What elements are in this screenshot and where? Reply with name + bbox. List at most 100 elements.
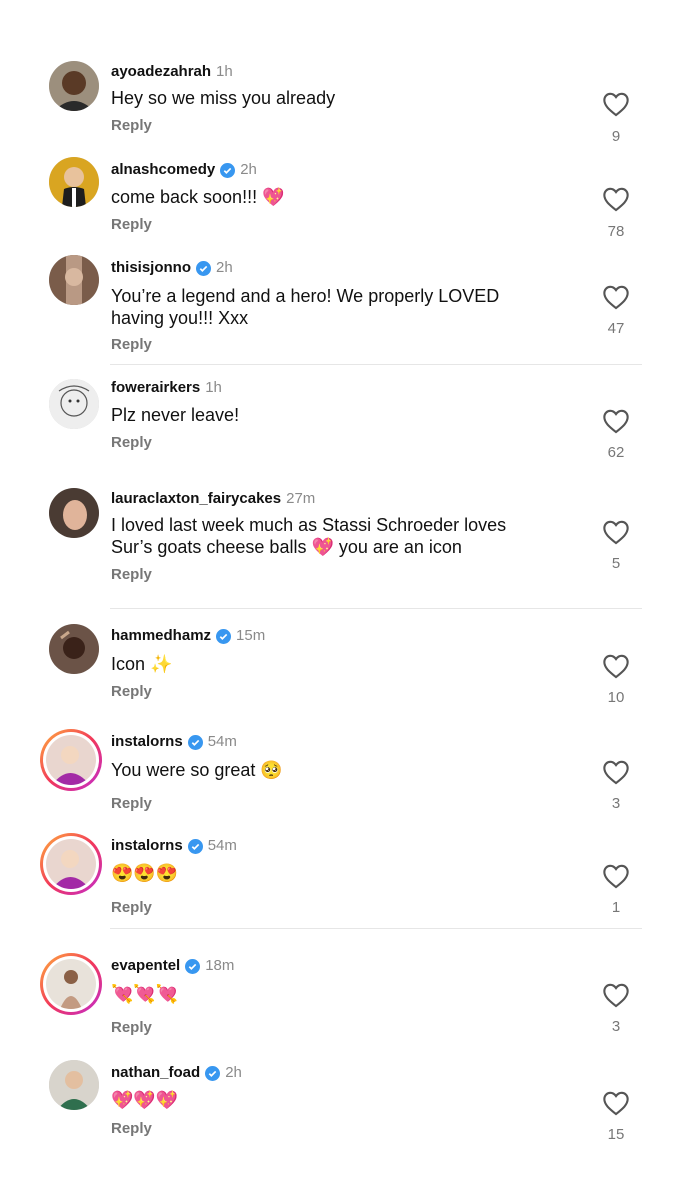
avatar[interactable] [49, 157, 99, 207]
like-count: 62 [607, 444, 625, 461]
username[interactable]: thisisjonno [111, 258, 191, 278]
reply-button[interactable]: Reply [111, 898, 152, 918]
like-button[interactable]: 3 [601, 982, 631, 1035]
username[interactable]: instalorns [111, 732, 183, 752]
avatar[interactable] [49, 624, 99, 674]
heart-outline-icon[interactable] [602, 186, 630, 212]
comment-header: lauraclaxton_fairycakes 27m [111, 489, 315, 509]
comment-line: I loved last week much as Stassi Schroed… [111, 515, 507, 535]
username[interactable]: instalorns [111, 836, 183, 856]
heart-outline-icon[interactable] [602, 1090, 630, 1116]
like-button[interactable]: 9 [601, 91, 631, 145]
comment-line: 💘💘💘 [111, 984, 179, 1004]
heart-outline-icon[interactable] [602, 982, 630, 1008]
avatar[interactable] [49, 488, 99, 538]
like-button[interactable]: 1 [601, 863, 631, 916]
comment-text: come back soon!!! 💖 [111, 186, 561, 208]
like-count: 15 [607, 1126, 625, 1143]
username[interactable]: hammedhamz [111, 626, 211, 646]
reply-button[interactable]: Reply [111, 794, 152, 814]
like-button[interactable]: 15 [601, 1090, 631, 1143]
reply-button[interactable]: Reply [111, 433, 152, 453]
verified-badge-icon [187, 734, 203, 750]
like-button[interactable]: 78 [601, 186, 631, 240]
comment-line: You’re a legend and a hero! We properly … [111, 286, 500, 306]
like-button[interactable]: 10 [601, 653, 631, 706]
comment-header: evapentel 18m [111, 956, 234, 976]
avatar[interactable] [40, 729, 102, 791]
reply-button[interactable]: Reply [111, 682, 152, 702]
reply-button[interactable]: Reply [111, 565, 152, 585]
reply-button[interactable]: Reply [111, 116, 152, 136]
heart-outline-icon[interactable] [602, 759, 630, 785]
avatar[interactable] [49, 255, 99, 305]
timestamp: 18m [205, 957, 235, 974]
divider [110, 364, 642, 365]
username[interactable]: ayoadezahrah [111, 62, 211, 82]
timestamp: 2h [225, 1064, 242, 1081]
timestamp: 1h [216, 63, 233, 80]
like-count: 5 [611, 555, 621, 572]
comment-header: hammedhamz 15m [111, 626, 265, 646]
reply-button[interactable]: Reply [111, 1018, 152, 1038]
like-count: 3 [611, 795, 621, 812]
comment-line: 💖💖💖 [111, 1090, 179, 1110]
like-button[interactable]: 5 [601, 519, 631, 572]
comment-header: instalorns 54m [111, 732, 237, 752]
avatar[interactable] [40, 953, 102, 1015]
like-count: 78 [607, 223, 625, 240]
timestamp: 1h [205, 379, 222, 396]
verified-badge-icon [187, 838, 203, 854]
timestamp: 2h [240, 161, 257, 178]
username[interactable]: fowerairkers [111, 378, 200, 398]
username[interactable]: nathan_foad [111, 1063, 200, 1083]
comment-line: Hey so we miss you already [111, 88, 336, 108]
divider [110, 608, 642, 609]
comment-header: alnashcomedy 2h [111, 160, 257, 180]
verified-badge-icon [196, 260, 211, 276]
comment-header: nathan_foad 2h [111, 1063, 242, 1083]
avatar[interactable] [49, 61, 99, 111]
comment-text: I loved last week much as Stassi Schroed… [111, 514, 561, 558]
username[interactable]: lauraclaxton_fairycakes [111, 489, 281, 509]
heart-outline-icon[interactable] [602, 408, 630, 434]
comment-text: 💖💖💖 [111, 1089, 561, 1111]
like-count: 10 [607, 689, 625, 706]
username[interactable]: evapentel [111, 956, 180, 976]
heart-outline-icon[interactable] [602, 519, 630, 545]
reply-button[interactable]: Reply [111, 335, 152, 355]
avatar[interactable] [49, 1060, 99, 1110]
like-count: 47 [607, 320, 625, 337]
comment-line: 😍😍😍 [111, 863, 179, 883]
like-button[interactable]: 62 [601, 408, 631, 461]
verified-badge-icon [185, 958, 201, 974]
comment-text: You’re a legend and a hero! We properly … [111, 285, 561, 329]
timestamp: 27m [286, 490, 316, 507]
reply-button[interactable]: Reply [111, 215, 152, 235]
comment-text: Icon ✨ [111, 653, 561, 675]
timestamp: 2h [216, 259, 233, 276]
like-count: 3 [611, 1018, 621, 1035]
heart-outline-icon[interactable] [602, 653, 630, 679]
username[interactable]: alnashcomedy [111, 160, 215, 180]
heart-outline-icon[interactable] [602, 91, 630, 117]
comment-line: having you!!! Xxx [111, 308, 249, 328]
avatar[interactable] [49, 379, 99, 429]
comment-text: 😍😍😍 [111, 862, 561, 884]
heart-outline-icon[interactable] [602, 284, 630, 310]
comment-text: 💘💘💘 [111, 983, 561, 1005]
reply-button[interactable]: Reply [111, 1119, 152, 1139]
heart-outline-icon[interactable] [602, 863, 630, 889]
comment-header: instalorns 54m [111, 836, 237, 856]
comment-text: Hey so we miss you already [111, 87, 561, 109]
avatar[interactable] [40, 833, 102, 895]
comment-line: Icon ✨ [111, 654, 173, 674]
comment-line: Sur’s goats cheese balls 💖 you are an ic… [111, 537, 462, 557]
divider [110, 928, 642, 929]
like-button[interactable]: 47 [601, 284, 631, 337]
comment-text: You were so great 🥺 [111, 759, 561, 781]
comment-header: thisisjonno 2h [111, 258, 233, 278]
like-button[interactable]: 3 [601, 759, 631, 812]
comment-text: Plz never leave! [111, 404, 561, 426]
comment-header: ayoadezahrah 1h [111, 62, 233, 82]
